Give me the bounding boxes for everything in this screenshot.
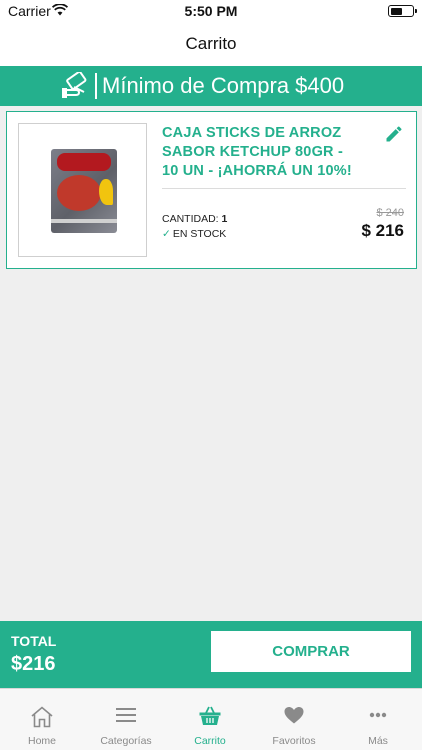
tab-label: Carrito bbox=[194, 735, 226, 747]
tab-home[interactable]: Home bbox=[0, 689, 84, 750]
tab-label: Categorías bbox=[100, 735, 152, 747]
home-icon bbox=[31, 706, 53, 728]
menu-icon bbox=[116, 708, 136, 722]
banner-divider bbox=[95, 73, 97, 99]
status-bar: Carrier 5:50 PM bbox=[0, 0, 422, 22]
check-icon: ✓ bbox=[162, 228, 171, 240]
basket-icon bbox=[199, 706, 221, 725]
product-bag-image bbox=[51, 149, 117, 233]
stock-status: ✓ EN STOCK bbox=[162, 228, 226, 240]
checkout-bar: TOTAL $216 COMPRAR bbox=[0, 621, 422, 688]
stock-label: EN STOCK bbox=[172, 228, 227, 240]
minimum-purchase-banner: Mínimo de Compra $400 bbox=[0, 66, 422, 106]
tab-more[interactable]: Más bbox=[336, 689, 420, 750]
navigation-bar: Carrito bbox=[0, 22, 422, 66]
cart-item[interactable]: CAJA STICKS DE ARROZ SABOR KETCHUP 80GR … bbox=[6, 111, 417, 269]
tab-cart[interactable]: Carrito bbox=[168, 689, 252, 750]
page-title: Carrito bbox=[185, 34, 237, 53]
tab-label: Más bbox=[368, 735, 388, 747]
item-price: $ 216 bbox=[361, 221, 404, 240]
quantity-row: CANTIDAD: 1 bbox=[162, 213, 227, 225]
product-image[interactable] bbox=[18, 123, 147, 257]
tab-favorites[interactable]: Favoritos bbox=[252, 689, 336, 750]
banner-text: Mínimo de Compra $400 bbox=[102, 73, 345, 98]
tab-bar: Home Categorías Carrito Favoritos Más bbox=[0, 688, 422, 750]
total-value: $216 bbox=[11, 653, 56, 675]
original-price: $ 240 bbox=[376, 207, 404, 219]
tab-label: Home bbox=[27, 735, 56, 747]
tab-label: Favoritos bbox=[272, 735, 316, 747]
battery-icon bbox=[388, 5, 417, 17]
product-title[interactable]: CAJA STICKS DE ARROZ SABOR KETCHUP 80GR … bbox=[162, 124, 352, 181]
clock: 5:50 PM bbox=[184, 3, 238, 19]
divider bbox=[162, 188, 406, 189]
quantity-label: CANTIDAD: bbox=[162, 213, 219, 225]
edit-icon[interactable] bbox=[384, 124, 404, 144]
buy-button-label: COMPRAR bbox=[272, 643, 350, 660]
more-icon bbox=[369, 712, 387, 718]
buy-button[interactable]: COMPRAR bbox=[211, 631, 411, 672]
total-label: TOTAL bbox=[11, 633, 57, 649]
battery-level bbox=[390, 7, 402, 15]
tab-categories[interactable]: Categorías bbox=[84, 689, 168, 750]
quantity-value: 1 bbox=[221, 213, 228, 225]
hand-card-icon bbox=[62, 72, 87, 98]
heart-icon bbox=[284, 707, 304, 724]
